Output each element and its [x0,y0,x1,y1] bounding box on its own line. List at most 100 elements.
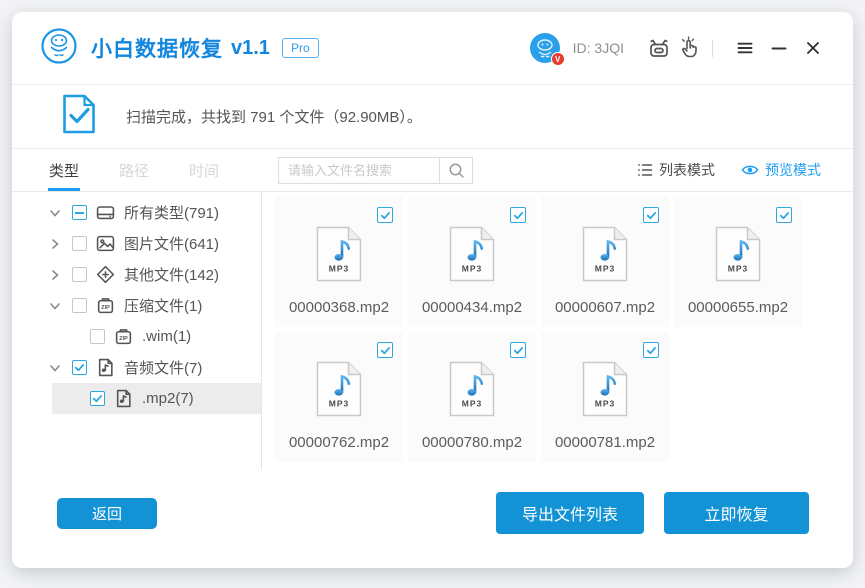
search-button[interactable] [440,157,473,184]
tab-time[interactable]: 时间 [189,149,219,191]
tree-item[interactable]: 其他文件(142) [12,259,261,290]
close-icon[interactable] [799,34,827,62]
checkbox-checked[interactable] [510,342,526,358]
robot-icon[interactable] [644,33,674,63]
checkbox-checked[interactable] [643,207,659,223]
tree-item[interactable]: 所有类型(791) [12,197,261,228]
list-mode-label: 列表模式 [659,160,715,180]
checkbox-indeterminate[interactable] [72,205,87,220]
tree-item[interactable]: .mp2(7) [52,383,261,414]
checkbox-checked[interactable] [510,207,526,223]
titlebar: 小白数据恢复 v1.1 Pro V ID: 3JQI [12,12,853,85]
zip-icon: ZIP [96,296,115,315]
tree-item-label: 压缩文件(1) [124,295,202,316]
mp3-file-icon: MP3 [582,226,628,287]
checkbox-unchecked[interactable] [72,267,87,282]
titlebar-separator [712,40,713,57]
checkbox-checked[interactable] [776,207,792,223]
list-mode-toggle[interactable]: 列表模式 [637,160,715,180]
file-card[interactable]: MP3 00000607.mp2 [541,197,669,327]
svg-text:ZIP: ZIP [101,305,110,311]
file-card[interactable]: MP3 00000762.mp2 [275,332,403,462]
svg-text:MP3: MP3 [595,399,615,409]
user-avatar[interactable]: V [529,32,561,64]
mp3-file-icon: MP3 [715,226,761,287]
caret-right-icon[interactable] [49,238,63,250]
tree-item-label: .wim(1) [142,328,191,345]
tree-item[interactable]: ZIP .wim(1) [12,321,261,352]
recover-now-button[interactable]: 立即恢复 [664,492,809,534]
content-area: 所有类型(791) 图片文件(641) 其他文件(142) ZIP 压缩文件(1… [12,192,853,470]
svg-text:ZIP: ZIP [119,336,128,342]
image-icon [96,234,115,253]
scan-complete-icon [62,94,96,139]
audio-icon [114,389,133,408]
preview-mode-label: 预览模式 [765,160,821,180]
tree-item-label: .mp2(7) [142,390,194,407]
file-card[interactable]: MP3 00000368.mp2 [275,197,403,327]
checkbox-checked[interactable] [377,207,393,223]
minimize-icon[interactable] [765,34,793,62]
caret-right-icon[interactable] [49,269,63,281]
tree-item-label: 所有类型(791) [124,202,219,223]
svg-text:MP3: MP3 [462,399,482,409]
file-name: 00000781.mp2 [555,434,655,451]
svg-text:MP3: MP3 [329,264,349,274]
search-input[interactable] [278,157,440,184]
svg-text:MP3: MP3 [595,264,615,274]
mp3-file-icon: MP3 [316,361,362,422]
svg-text:MP3: MP3 [329,399,349,409]
export-file-list-button[interactable]: 导出文件列表 [496,492,644,534]
menu-icon[interactable] [731,34,759,62]
scan-result-text: 扫描完成，共找到 791 个文件（92.90MB）。 [126,106,422,127]
list-mode-icon [637,162,653,178]
hand-click-icon[interactable] [674,33,704,63]
search-bar [278,149,473,191]
preview-mode-toggle[interactable]: 预览模式 [741,160,821,180]
file-name: 00000368.mp2 [289,299,389,316]
other-icon [96,265,115,284]
file-card[interactable]: MP3 00000655.mp2 [674,197,802,327]
file-card[interactable]: MP3 00000781.mp2 [541,332,669,462]
app-logo-icon [40,27,78,70]
view-modes: 列表模式 预览模式 [637,149,853,191]
app-version: v1.1 [231,37,270,60]
pro-badge: Pro [282,38,319,58]
checkbox-unchecked[interactable] [72,298,87,313]
mp3-file-icon: MP3 [582,361,628,422]
tab-path[interactable]: 路径 [119,149,149,191]
caret-down-icon[interactable] [49,300,63,312]
file-card[interactable]: MP3 00000434.mp2 [408,197,536,327]
checkbox-unchecked[interactable] [72,236,87,251]
tree-item[interactable]: 图片文件(641) [12,228,261,259]
tree-item-label: 其他文件(142) [124,264,219,285]
checkbox-checked[interactable] [72,360,87,375]
caret-down-icon[interactable] [49,362,63,374]
back-button[interactable]: 返回 [57,498,157,529]
file-name: 00000434.mp2 [422,299,522,316]
checkbox-checked[interactable] [643,342,659,358]
mp3-file-icon: MP3 [316,226,362,287]
svg-text:MP3: MP3 [728,264,748,274]
file-name: 00000780.mp2 [422,434,522,451]
scan-result-banner: 扫描完成，共找到 791 个文件（92.90MB）。 [12,85,853,149]
svg-text:MP3: MP3 [462,264,482,274]
app-title: 小白数据恢复 [91,33,223,63]
tree-item[interactable]: ZIP 压缩文件(1) [12,290,261,321]
sidebar-tabs: 类型 路径 时间 [12,149,262,191]
tree-item-label: 音频文件(7) [124,357,202,378]
checkbox-checked[interactable] [90,391,105,406]
eye-icon [741,163,759,177]
checkbox-checked[interactable] [377,342,393,358]
app-window: 小白数据恢复 v1.1 Pro V ID: 3JQI [12,12,853,568]
zip-icon: ZIP [114,327,133,346]
file-type-tree: 所有类型(791) 图片文件(641) 其他文件(142) ZIP 压缩文件(1… [12,192,262,470]
checkbox-unchecked[interactable] [90,329,105,344]
file-grid: MP3 00000368.mp2 MP3 00000434.mp2 MP3 00… [262,192,853,470]
tree-item[interactable]: 音频文件(7) [12,352,261,383]
mp3-file-icon: MP3 [449,361,495,422]
tab-type[interactable]: 类型 [49,149,79,191]
caret-down-icon[interactable] [49,207,63,219]
file-card[interactable]: MP3 00000780.mp2 [408,332,536,462]
file-name: 00000762.mp2 [289,434,389,451]
